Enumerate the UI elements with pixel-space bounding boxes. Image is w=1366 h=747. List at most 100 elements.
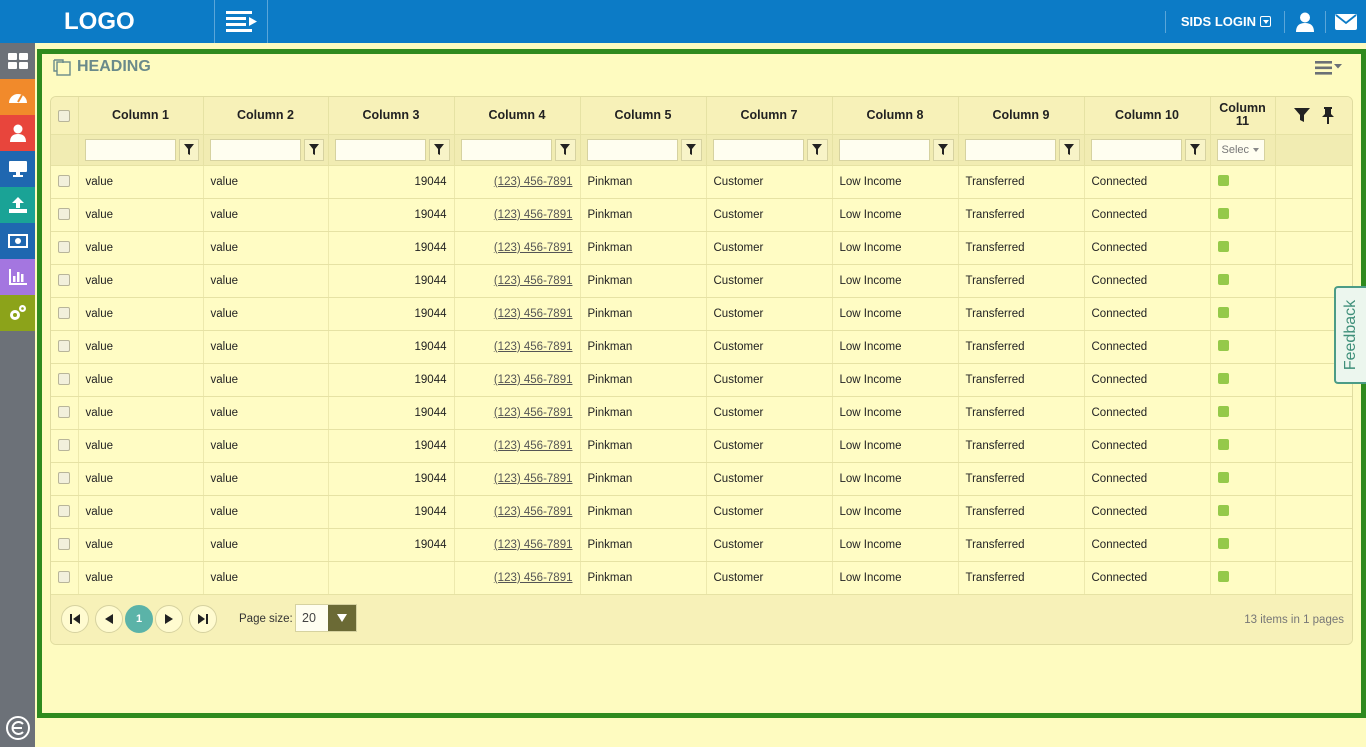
next-page-button[interactable] — [155, 605, 183, 633]
column-filter-input[interactable] — [964, 138, 1056, 161]
cell-column-11 — [1210, 462, 1276, 496]
filter-button[interactable] — [806, 138, 828, 161]
prev-page-icon — [105, 614, 113, 624]
phone-link[interactable]: (123) 456-7891 — [494, 572, 573, 584]
phone-link[interactable]: (123) 456-7891 — [494, 506, 573, 518]
phone-link[interactable]: (123) 456-7891 — [494, 539, 573, 551]
row-checkbox[interactable] — [58, 241, 71, 254]
phone-link[interactable]: (123) 456-7891 — [494, 440, 573, 452]
column-filter-input[interactable] — [712, 138, 804, 161]
phone-link[interactable]: (123) 456-7891 — [494, 341, 573, 353]
filter-icon[interactable] — [1293, 107, 1310, 123]
phone-link[interactable]: (123) 456-7891 — [494, 275, 573, 287]
column-header[interactable]: Column 9 — [958, 97, 1085, 135]
select-all-checkbox[interactable] — [58, 109, 71, 122]
filter-button[interactable] — [680, 138, 702, 161]
sidebar-item-settings[interactable] — [0, 295, 35, 331]
sidebar-item-dashboard[interactable] — [0, 43, 35, 79]
column-filter-input[interactable] — [460, 138, 552, 161]
phone-link[interactable]: (123) 456-7891 — [494, 473, 573, 485]
table-row[interactable]: value value 19044 (123) 456-7891 Pinkman Cust… — [51, 165, 1352, 199]
cell-column-1: value — [78, 462, 204, 496]
table-row[interactable]: value value 19044 (123) 456-7891 Pinkman Cust… — [51, 264, 1352, 298]
filter-button[interactable] — [428, 138, 450, 161]
table-row[interactable]: value value 19044 (123) 456-7891 Pinkman Cust… — [51, 429, 1352, 463]
cell-column-2: value — [203, 231, 329, 265]
column-filter-input[interactable] — [586, 138, 678, 161]
phone-link[interactable]: (123) 456-7891 — [494, 308, 573, 320]
row-checkbox[interactable] — [58, 538, 71, 551]
table-row[interactable]: value value 19044 (123) 456-7891 Pinkman Cust… — [51, 198, 1352, 232]
filter-button[interactable] — [1058, 138, 1080, 161]
table-row[interactable]: value value 19044 (123) 456-7891 Pinkman Cust… — [51, 297, 1352, 331]
column-filter-input[interactable] — [838, 138, 930, 161]
column-header[interactable]: Column 5 — [580, 97, 707, 135]
feedback-tab[interactable]: Feedback — [1334, 286, 1366, 384]
messages-button[interactable] — [1326, 0, 1366, 43]
sidebar-item-users[interactable] — [0, 115, 35, 151]
logo[interactable]: LOGO — [0, 0, 215, 43]
page-size-dropdown-button[interactable] — [328, 605, 356, 631]
cell-column-11 — [1210, 363, 1276, 397]
row-checkbox[interactable] — [58, 208, 71, 221]
menu-toggle-button[interactable] — [216, 0, 268, 43]
phone-link[interactable]: (123) 456-7891 — [494, 374, 573, 386]
sidebar-item-upload[interactable] — [0, 187, 35, 223]
prev-page-button[interactable] — [95, 605, 123, 633]
table-row[interactable]: value value 19044 (123) 456-7891 Pinkman Cust… — [51, 462, 1352, 496]
column-filter-input[interactable] — [84, 138, 176, 161]
table-row[interactable]: value value 19044 (123) 456-7891 Pinkman Cust… — [51, 396, 1352, 430]
row-checkbox[interactable] — [58, 175, 71, 188]
column-header[interactable]: Column 11 — [1210, 97, 1276, 135]
phone-link[interactable]: (123) 456-7891 — [494, 209, 573, 221]
row-checkbox[interactable] — [58, 472, 71, 485]
row-checkbox[interactable] — [58, 571, 71, 584]
sidebar-item-monitor[interactable] — [0, 151, 35, 187]
column-filter-input[interactable] — [1090, 138, 1182, 161]
filter-button[interactable] — [178, 138, 199, 161]
row-checkbox[interactable] — [58, 373, 71, 386]
filter-button[interactable] — [1184, 138, 1206, 161]
page-button-current[interactable]: 1 — [125, 605, 153, 633]
column-header[interactable]: Column 8 — [832, 97, 959, 135]
column-header[interactable]: Column 3 — [328, 97, 455, 135]
row-checkbox[interactable] — [58, 340, 71, 353]
page-size-select[interactable]: 20 — [295, 604, 357, 632]
sidebar-item-reports[interactable] — [0, 259, 35, 295]
filter-button[interactable] — [303, 138, 324, 161]
table-row[interactable]: value value 19044 (123) 456-7891 Pinkman Cust… — [51, 528, 1352, 562]
cell-column-2: value — [203, 429, 329, 463]
row-checkbox[interactable] — [58, 505, 71, 518]
phone-link[interactable]: (123) 456-7891 — [494, 407, 573, 419]
table-row[interactable]: value value 19044 (123) 456-7891 Pinkman Cust… — [51, 363, 1352, 397]
pin-icon[interactable] — [1321, 106, 1335, 124]
user-profile-button[interactable] — [1285, 0, 1325, 43]
column-header[interactable]: Column 2 — [203, 97, 329, 135]
column-filter-select[interactable]: Selec — [1216, 138, 1265, 161]
row-checkbox[interactable] — [58, 274, 71, 287]
row-checkbox[interactable] — [58, 406, 71, 419]
table-row[interactable]: value value 19044 (123) 456-7891 Pinkman Cust… — [51, 231, 1352, 265]
table-row[interactable]: value value 19044 (123) 456-7891 Pinkman Cust… — [51, 330, 1352, 364]
panel-menu-icon[interactable] — [1315, 60, 1343, 76]
table-row[interactable]: value value (123) 456-7891 Pinkman Customer L… — [51, 561, 1352, 595]
sids-login-dropdown[interactable]: SIDS LOGIN — [1166, 14, 1284, 29]
table-row[interactable]: value value 19044 (123) 456-7891 Pinkman Cust… — [51, 495, 1352, 529]
column-header[interactable]: Column 4 — [454, 97, 581, 135]
filter-button[interactable] — [932, 138, 954, 161]
filter-button[interactable] — [554, 138, 576, 161]
column-header[interactable]: Column 1 — [78, 97, 204, 135]
column-filter-input[interactable] — [209, 138, 301, 161]
phone-link[interactable]: (123) 456-7891 — [494, 176, 573, 188]
column-filter-input[interactable] — [334, 138, 426, 161]
cell-column-5: Pinkman — [580, 330, 707, 364]
row-checkbox[interactable] — [58, 307, 71, 320]
last-page-button[interactable] — [189, 605, 217, 633]
phone-link[interactable]: (123) 456-7891 — [494, 242, 573, 254]
column-header[interactable]: Column 7 — [706, 97, 833, 135]
sidebar-item-billing[interactable] — [0, 223, 35, 259]
first-page-button[interactable] — [61, 605, 89, 633]
column-header[interactable]: Column 10 — [1084, 97, 1211, 135]
row-checkbox[interactable] — [58, 439, 71, 452]
sidebar-item-performance[interactable] — [0, 79, 35, 115]
